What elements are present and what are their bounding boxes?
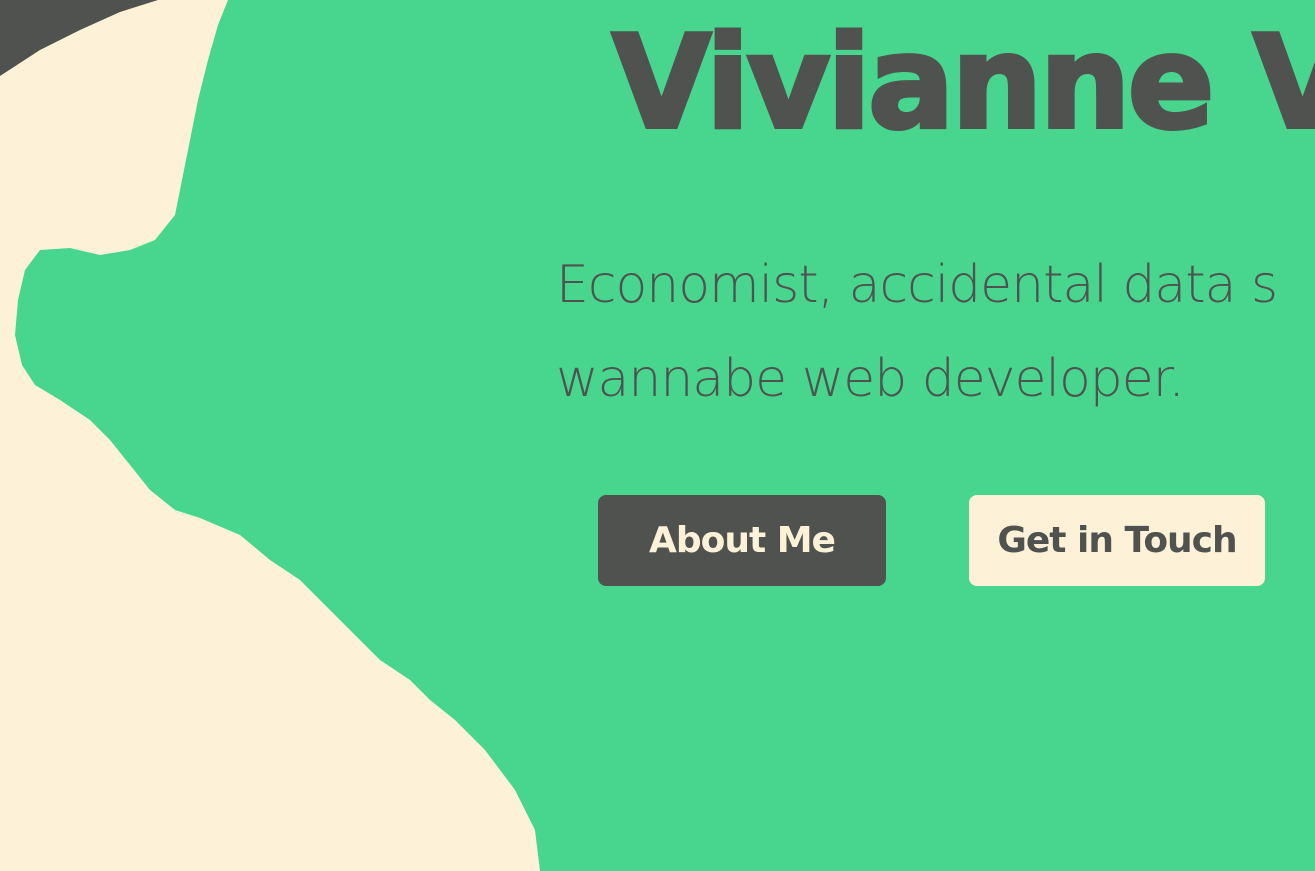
hero-title: Vivianne V	[610, 7, 1315, 160]
get-in-touch-button[interactable]: Get in Touch	[969, 495, 1265, 586]
about-me-button[interactable]: About Me	[598, 495, 886, 586]
hero-subtitle: Economist, accidental data s wannabe web…	[556, 255, 1278, 409]
